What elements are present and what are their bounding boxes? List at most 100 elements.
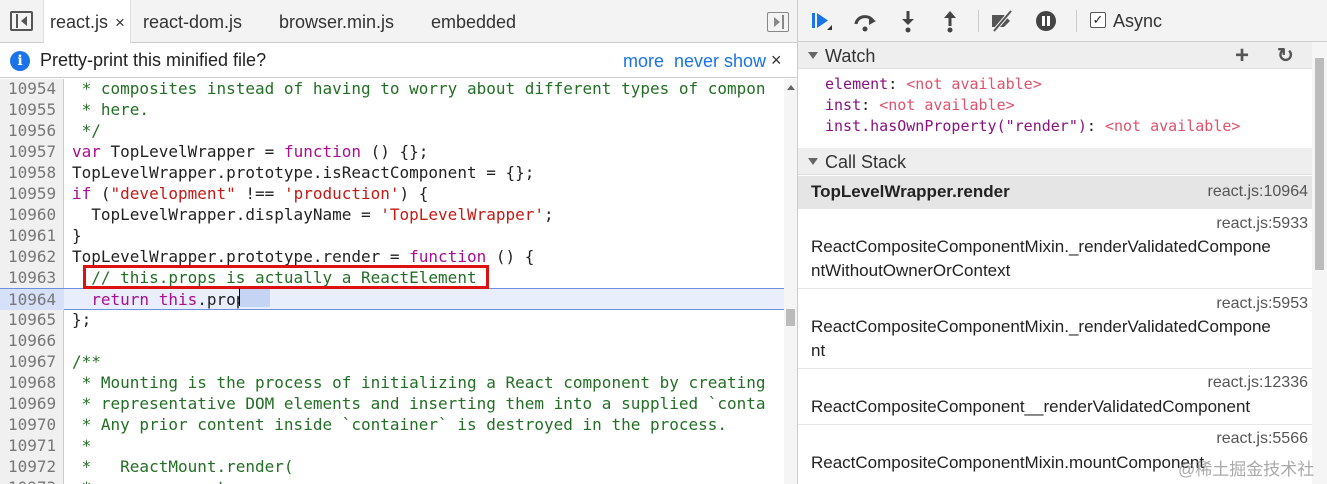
never-show-link[interactable]: never show [674,43,766,80]
close-infobar-icon[interactable]: × [771,43,782,78]
watch-section-header[interactable]: Watch + ↻ [798,42,1312,69]
code-text: TopLevelWrapper.displayName = 'TopLevelW… [72,205,554,224]
debugger-sidebar: ✓ Async Watch + ↻ element: <not availabl… [798,0,1327,484]
code-line[interactable]: 10966 [0,330,784,351]
call-frame[interactable]: react.js:5933 ReactCompositeComponentMix… [798,209,1312,289]
line-number[interactable]: 10973 [8,477,60,484]
step-over-icon[interactable] [852,8,878,34]
line-number[interactable]: 10965 [8,309,60,330]
text-cursor [239,288,240,306]
watch-item[interactable]: inst.hasOwnProperty("render"): <not avai… [825,116,1240,137]
line-number[interactable]: 10971 [8,435,60,456]
line-number[interactable]: 10970 [8,414,60,435]
code-line[interactable]: 10965}; [0,309,784,330]
line-number[interactable]: 10954 [8,79,60,99]
line-number[interactable]: 10964 [0,289,64,310]
pretty-print-infobar: i Pretty-print this minified file? more … [0,43,797,78]
resume-icon[interactable] [808,8,834,34]
line-number[interactable]: 10960 [8,204,60,225]
line-number[interactable]: 10963 [8,267,60,288]
sidebar-scrollbar[interactable] [1312,42,1327,484]
line-number[interactable]: 10966 [8,330,60,351]
line-number[interactable]: 10957 [8,141,60,162]
watch-item[interactable]: element: <not available> [825,74,1042,95]
step-out-icon[interactable] [937,8,963,34]
step-into-icon[interactable] [895,8,921,34]
code-text: * ReactMount.render( [72,457,294,476]
code-text: if ("development" !== 'production') { [72,184,429,203]
code-text: }; [72,310,92,329]
code-text: TopLevelWrapper.prototype.render = funct… [72,247,535,266]
watch-title: Watch [825,46,876,66]
code-line[interactable]: 10971 * [0,435,784,456]
tab-react-dom-js[interactable]: react-dom.js [143,0,242,43]
debugger-toolbar: ✓ Async [798,0,1327,42]
code-text: /** [72,352,101,371]
tab-label: embedded [431,12,517,32]
code-line[interactable]: 10954 * composites instead of having to … [0,79,784,99]
tab-label: browser.min.js [279,12,395,32]
tab-browser-min-js[interactable]: browser.min.js [279,0,394,43]
code-line[interactable]: 10964 return this.props; [0,288,784,310]
code-text: } [72,226,82,245]
line-number[interactable]: 10958 [8,162,60,183]
watch-item[interactable]: inst: <not available> [825,95,1015,116]
call-frame[interactable]: TopLevelWrapper.render react.js:10964 [798,176,1312,209]
tab-react-js[interactable]: react.js × [43,0,131,44]
line-number[interactable]: 10967 [8,351,60,372]
code-line[interactable]: 10958 TopLevelWrapper.prototype.isReactCo… [0,162,784,183]
tab-label: react.js [50,12,109,32]
async-checkbox[interactable]: ✓ [1090,12,1106,28]
code-line[interactable]: 10969 * representative DOM elements and … [0,393,784,414]
code-line[interactable]: 10962 TopLevelWrapper.prototype.render = … [0,246,784,267]
code-text: */ [72,121,101,140]
code-line[interactable]: 10959 if ("development" !== 'production')… [0,183,784,204]
line-number[interactable]: 10959 [8,183,60,204]
code-line[interactable]: 10970 * Any prior content inside `contai… [0,414,784,435]
line-number[interactable]: 10969 [8,393,60,414]
scrollbar-thumb[interactable] [786,309,795,326]
pause-on-exceptions-icon[interactable] [1033,8,1059,34]
toolbar-separator [978,10,979,32]
line-number[interactable]: 10955 [8,99,60,120]
more-link[interactable]: more [623,43,664,80]
code-line[interactable]: 10957 var TopLevelWrapper = function () {… [0,141,784,162]
code-line[interactable]: 10968 * Mounting is the process of initi… [0,372,784,393]
code-line[interactable]: 10960 TopLevelWrapper.displayName = 'Top… [0,204,784,225]
code-line[interactable]: 10967 /** [0,351,784,372]
code-text: * component, [72,477,236,484]
editor-scrollbar[interactable] [784,79,797,484]
code-text: * here. [72,100,150,119]
refresh-icon[interactable]: ↻ [1277,45,1294,67]
line-number[interactable]: 10961 [8,225,60,246]
code-text: var TopLevelWrapper = function () {}; [72,142,429,161]
watermark: @稀土掘金技术社区 [1178,460,1315,479]
deactivate-breakpoints-icon[interactable] [989,8,1015,34]
code-line[interactable]: 10956 */ [0,120,784,141]
code-line[interactable]: 10963 // this.props is actually a ReactE… [0,267,784,288]
code-editor[interactable]: 10954 * composites instead of having to … [0,79,784,484]
info-icon: i [10,51,30,71]
expand-triangle-icon[interactable] [808,52,818,59]
call-frame[interactable]: react.js:12336 ReactCompositeComponent__… [798,369,1312,425]
line-number[interactable]: 10962 [8,246,60,267]
line-number[interactable]: 10956 [8,120,60,141]
tab-embedded[interactable]: embedded [431,0,516,43]
code-line[interactable]: 10955 * here. [0,99,784,120]
scroll-up-icon[interactable] [787,85,795,90]
code-text: * composites instead of having to worry … [72,79,766,98]
line-number[interactable]: 10972 [8,456,60,477]
toggle-navigator-icon[interactable] [10,11,33,31]
call-frame[interactable]: react.js:5953 ReactCompositeComponentMix… [798,289,1312,369]
expand-triangle-icon[interactable] [808,158,818,165]
call-stack-section-header[interactable]: Call Stack [798,148,1312,175]
code-line[interactable]: 10973 * component, [0,477,784,484]
code-line[interactable]: 10961} [0,225,784,246]
scrollbar-thumb[interactable] [1315,58,1324,270]
code-line[interactable]: 10972 * ReactMount.render( [0,456,784,477]
line-number[interactable]: 10968 [8,372,60,393]
code-text: TopLevelWrapper.prototype.isReactCompone… [72,163,535,182]
toggle-debugger-sidebar-icon[interactable] [767,12,789,32]
close-tab-icon[interactable]: × [115,13,125,32]
add-watch-icon[interactable]: + [1235,44,1249,68]
